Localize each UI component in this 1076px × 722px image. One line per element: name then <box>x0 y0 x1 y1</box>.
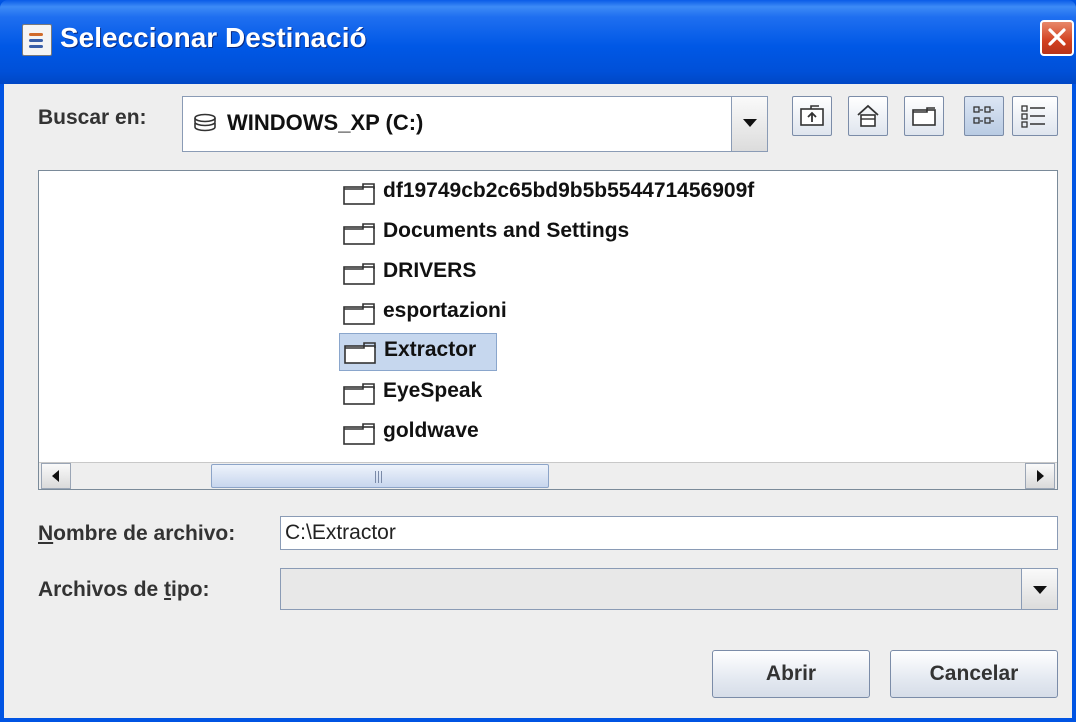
list-item[interactable]: df19749cb2c65bd9b5b554471456909f <box>339 175 819 211</box>
title-bar[interactable]: Seleccionar Destinació <box>0 0 1076 84</box>
file-name: Extractor <box>384 338 477 361</box>
list-item[interactable]: EyeSpeak <box>339 375 499 411</box>
file-name: df19749cb2c65bd9b5b554471456909f <box>383 179 755 202</box>
java-cup-icon <box>22 24 52 56</box>
file-name: DRIVERS <box>383 259 477 282</box>
list-item-selected[interactable]: Extractor <box>339 333 497 371</box>
folder-icon <box>343 423 375 445</box>
filetype-combo[interactable] <box>280 568 1058 610</box>
details-view-button[interactable] <box>1012 96 1058 136</box>
filetype-label-pre: Archivos de <box>38 578 165 601</box>
folder-icon <box>343 263 375 285</box>
filename-field[interactable] <box>280 516 1058 550</box>
chevron-down-icon[interactable] <box>731 97 767 151</box>
list-item[interactable]: DRIVERS <box>339 255 489 291</box>
file-name: Documents and Settings <box>383 219 630 242</box>
scroll-left-arrow-icon[interactable] <box>41 463 71 489</box>
scroll-right-arrow-icon[interactable] <box>1025 463 1055 489</box>
home-icon <box>857 104 879 127</box>
list-item[interactable]: goldwave <box>339 415 499 451</box>
filename-label: Nombre de archivo: <box>38 522 235 546</box>
file-chooser-window: Seleccionar Destinació Buscar en: WINDOW… <box>0 0 1076 722</box>
filename-label-mnemonic: N <box>38 522 54 545</box>
look-in-value: WINDOWS_XP (C:) <box>227 110 424 135</box>
folder-icon <box>343 303 375 325</box>
look-in-combo[interactable]: WINDOWS_XP (C:) <box>182 96 768 152</box>
filename-input[interactable] <box>285 520 1045 546</box>
list-item[interactable]: Documents and Settings <box>339 215 669 251</box>
home-button[interactable] <box>848 96 888 136</box>
open-button[interactable]: Abrir <box>712 650 870 698</box>
scrollbar-thumb[interactable] <box>211 464 549 488</box>
window-title: Seleccionar Destinació <box>60 22 367 53</box>
new-folder-button[interactable] <box>904 96 944 136</box>
details-view-icon <box>1021 105 1045 128</box>
close-icon <box>1048 28 1066 46</box>
folder-icon <box>343 183 375 205</box>
chevron-down-icon[interactable] <box>1021 569 1057 609</box>
cancel-button[interactable]: Cancelar <box>890 650 1058 698</box>
list-view-button[interactable] <box>964 96 1004 136</box>
filetype-label-post: ipo: <box>171 578 210 601</box>
filename-label-text: ombre de archivo: <box>53 522 236 545</box>
file-name: goldwave <box>383 419 479 442</box>
hard-drive-icon <box>194 113 216 132</box>
list-view-icon <box>973 106 994 124</box>
folder-icon <box>343 383 375 405</box>
file-name: EyeSpeak <box>383 379 483 402</box>
filetype-label-mnemonic: t <box>164 578 172 601</box>
close-button[interactable] <box>1040 20 1074 56</box>
folder-icon <box>344 342 376 364</box>
look-in-label: Buscar en: <box>38 106 147 129</box>
filetype-label: Archivos de tipo: <box>38 578 210 602</box>
up-one-level-button[interactable] <box>792 96 832 136</box>
folder-icon <box>343 223 375 245</box>
file-name: esportazioni <box>383 299 507 322</box>
new-folder-icon <box>912 107 936 126</box>
file-list[interactable]: df19749cb2c65bd9b5b554471456909f Documen… <box>38 170 1058 490</box>
up-folder-icon <box>800 105 824 126</box>
list-item[interactable]: esportazioni <box>339 295 529 331</box>
horizontal-scrollbar[interactable] <box>39 462 1057 489</box>
